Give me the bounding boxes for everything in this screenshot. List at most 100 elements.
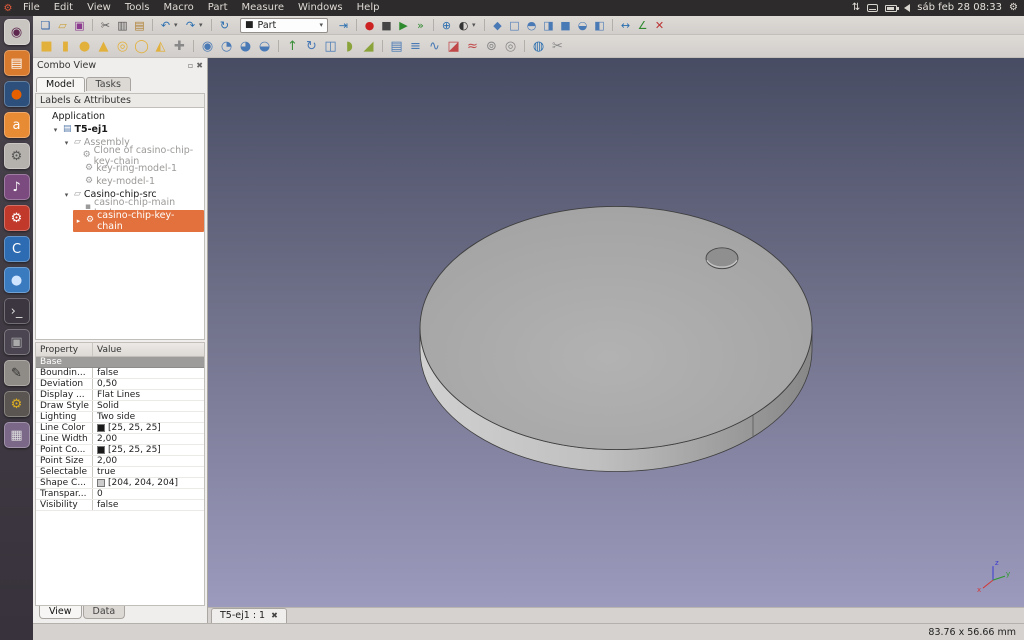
part-cone-icon[interactable]: ▲	[94, 37, 113, 56]
float-panel-icon[interactable]: ▫	[188, 61, 193, 70]
launcher-software-updater-icon[interactable]: ⚙	[3, 205, 30, 231]
tab-model[interactable]: Model	[36, 77, 85, 92]
part-cylinder-icon[interactable]: ▮	[56, 37, 75, 56]
tab-tasks[interactable]: Tasks	[85, 77, 131, 91]
menu-edit[interactable]: Edit	[47, 0, 80, 16]
expand-arrow-icon[interactable]: ▸	[74, 217, 83, 225]
menu-view[interactable]: View	[80, 0, 118, 16]
part-create-primitives-icon[interactable]: ◭	[151, 37, 170, 56]
new-file-icon[interactable]: ❏	[37, 17, 54, 33]
view-fit-all-icon[interactable]: ⊕	[438, 17, 455, 33]
view-bottom-icon[interactable]: ◒	[574, 17, 591, 33]
part-box-icon[interactable]: ■	[37, 37, 56, 56]
close-tab-icon[interactable]: ✖	[271, 611, 278, 620]
3d-viewport[interactable]: z y x	[208, 58, 1024, 607]
part-check-geometry-icon[interactable]: ◍	[529, 37, 548, 56]
menu-help[interactable]: Help	[350, 0, 387, 16]
draw-style-icon[interactable]: ◐	[455, 17, 472, 33]
menu-tools[interactable]: Tools	[118, 0, 157, 16]
part-defeaturing-icon[interactable]: ✂	[548, 37, 567, 56]
launcher-browser-c-icon[interactable]: C	[3, 236, 30, 262]
network-arrows-icon[interactable]: ⇅	[852, 0, 860, 16]
measure-linear-icon[interactable]: ↔	[617, 17, 634, 33]
view-front-icon[interactable]: □	[506, 17, 523, 33]
tree-item[interactable]: ▸ ⚙ casino-chip-key-chain	[36, 209, 204, 232]
menu-part[interactable]: Part	[201, 0, 235, 16]
view-left-icon[interactable]: ◧	[591, 17, 608, 33]
tree-item[interactable]: ⚙ key-ring-model-1	[36, 162, 204, 175]
expand-arrow-icon[interactable]: ▾	[62, 139, 71, 147]
launcher-freecad-icon[interactable]: ⚙	[3, 391, 30, 417]
undo-dropdown-icon[interactable]: ▾	[174, 21, 182, 29]
property-row[interactable]: Line Width 2,00	[36, 434, 204, 445]
part-loft-icon[interactable]: ≡	[406, 37, 425, 56]
tree-item[interactable]: ▾ ▤ T5-ej1	[36, 123, 204, 136]
disc-hole[interactable]	[705, 247, 739, 270]
launcher-files-icon[interactable]: ▤	[3, 50, 30, 76]
part-fillet-icon[interactable]: ◗	[340, 37, 359, 56]
property-row[interactable]: Selectable true	[36, 467, 204, 478]
model-tree[interactable]: Application ▾ ▤ T5-ej1 ▾ ▱ Assembly ⚙ Clone of c…	[35, 108, 205, 340]
part-extrude-icon[interactable]: ↑	[283, 37, 302, 56]
property-row[interactable]: Shape C... [204, 204, 204]	[36, 478, 204, 489]
part-chamfer-icon[interactable]: ◢	[359, 37, 378, 56]
launcher-editor-app-icon[interactable]: ✎	[3, 360, 30, 386]
redo-icon[interactable]: ↷	[182, 17, 199, 33]
refresh-icon[interactable]: ↻	[216, 17, 233, 33]
launcher-workspace-switcher-icon[interactable]: ▦	[3, 422, 30, 448]
part-shape-builder-icon[interactable]: ✚	[170, 37, 189, 56]
session-gear-icon[interactable]: ⚙	[1009, 0, 1018, 16]
part-cross-sections-icon[interactable]: ≈	[463, 37, 482, 56]
property-row[interactable]: Boundin... false	[36, 368, 204, 379]
launcher-dark-app-icon[interactable]: ▣	[3, 329, 30, 355]
tab-view[interactable]: View	[39, 606, 82, 619]
close-panel-icon[interactable]: ✖	[196, 61, 203, 70]
menu-file[interactable]: File	[16, 0, 47, 16]
launcher-dash-home-icon[interactable]: ◉	[3, 19, 30, 45]
clock[interactable]: sáb feb 28 08:33	[917, 0, 1002, 16]
measure-clear-icon[interactable]: ✕	[651, 17, 668, 33]
redo-dropdown-icon[interactable]: ▾	[199, 21, 207, 29]
draw-style-dropdown-icon[interactable]: ▾	[472, 21, 480, 29]
view-top-icon[interactable]: ◓	[523, 17, 540, 33]
menu-measure[interactable]: Measure	[235, 0, 292, 16]
macro-debug-icon[interactable]: »	[412, 17, 429, 33]
keyboard-indicator-icon[interactable]	[867, 4, 879, 12]
part-ruled-surface-icon[interactable]: ▤	[387, 37, 406, 56]
undo-icon[interactable]: ↶	[157, 17, 174, 33]
launcher-terminal-icon[interactable]: ›_	[3, 298, 30, 324]
macro-stop-icon[interactable]: ■	[378, 17, 395, 33]
part-offset-icon[interactable]: ⊚	[482, 37, 501, 56]
whats-this-icon[interactable]: ⇥	[335, 17, 352, 33]
open-file-icon[interactable]: ▱	[54, 17, 71, 33]
part-common-icon[interactable]: ◒	[255, 37, 274, 56]
property-row[interactable]: Display ... Flat Lines	[36, 390, 204, 401]
launcher-amazon-icon[interactable]: a	[3, 112, 30, 138]
paste-icon[interactable]: ▤	[131, 17, 148, 33]
value-column-header[interactable]: Value	[93, 343, 204, 356]
part-boolean-icon[interactable]: ◉	[198, 37, 217, 56]
part-thickness-icon[interactable]: ◎	[501, 37, 520, 56]
view-right-icon[interactable]: ◨	[540, 17, 557, 33]
part-sphere-icon[interactable]: ●	[75, 37, 94, 56]
document-tab[interactable]: T5-ej1 : 1 ✖	[211, 608, 287, 623]
workbench-selector[interactable]: ■ Part ▾	[240, 17, 328, 33]
battery-icon[interactable]	[885, 4, 900, 12]
cut-icon[interactable]: ✂	[97, 17, 114, 33]
tree-item[interactable]: Application	[36, 110, 204, 123]
measure-angular-icon[interactable]: ∠	[634, 17, 651, 33]
macro-record-icon[interactable]: ●	[361, 17, 378, 33]
part-cut-icon[interactable]: ◔	[217, 37, 236, 56]
expand-arrow-icon[interactable]: ▾	[62, 191, 71, 199]
view-axonometric-icon[interactable]: ◆	[489, 17, 506, 33]
property-column-header[interactable]: Property	[36, 343, 93, 356]
property-row[interactable]: Point Size 2,00	[36, 456, 204, 467]
launcher-system-settings-icon[interactable]: ⚙	[3, 143, 30, 169]
launcher-media-player-icon[interactable]: ♪	[3, 174, 30, 200]
property-row[interactable]: Line Color [25, 25, 25]	[36, 423, 204, 434]
macro-play-icon[interactable]: ▶	[395, 17, 412, 33]
part-section-icon[interactable]: ◪	[444, 37, 463, 56]
volume-icon[interactable]	[904, 4, 911, 12]
property-row[interactable]: Visibility false	[36, 500, 204, 511]
part-revolve-icon[interactable]: ↻	[302, 37, 321, 56]
